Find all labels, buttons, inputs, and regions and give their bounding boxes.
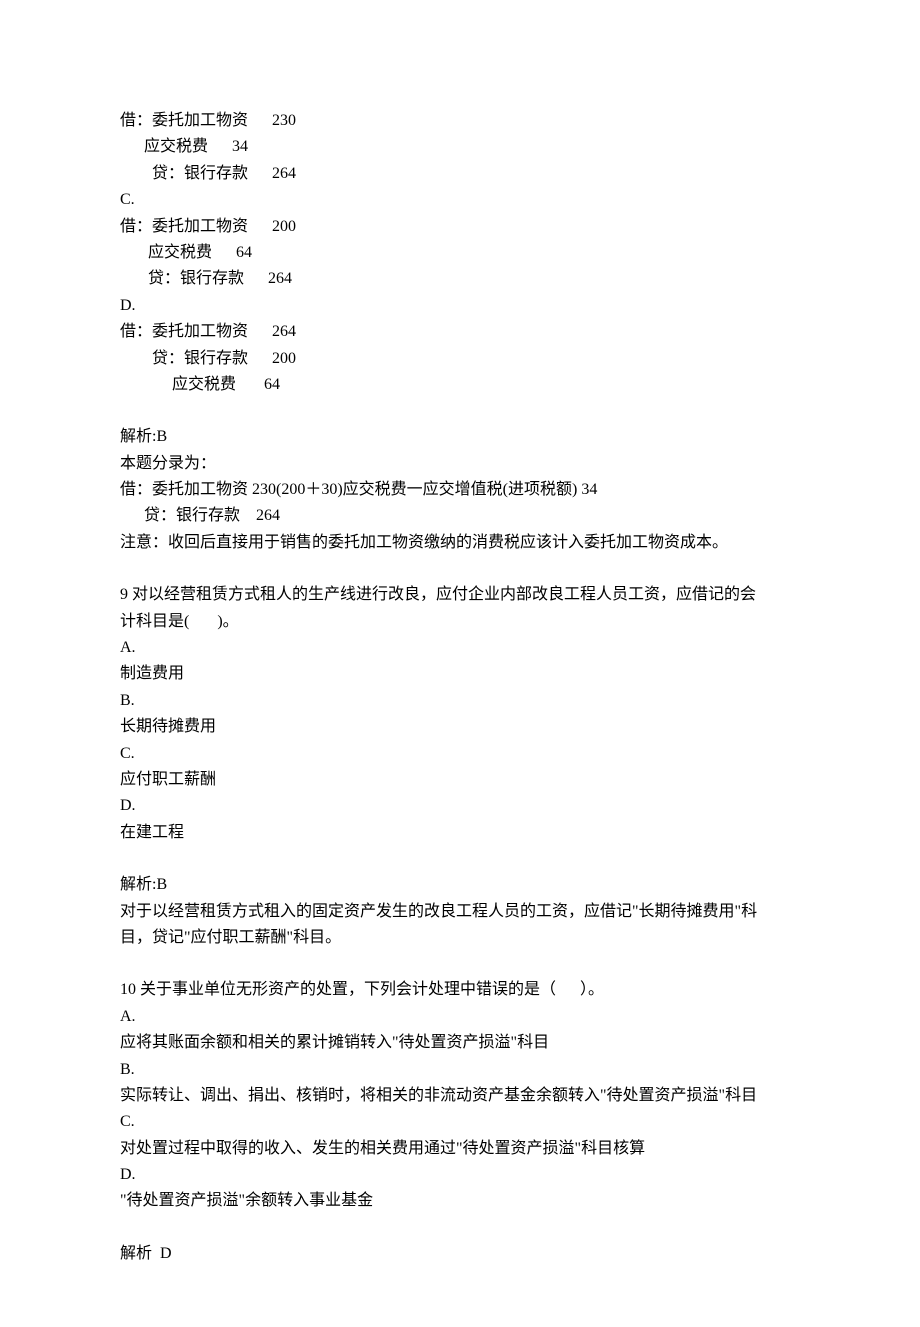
- text-line: 贷：银行存款 264: [120, 161, 810, 187]
- q9-stem: 计科目是( )。: [120, 609, 810, 635]
- text-line: 借：委托加工物资 200: [120, 214, 810, 240]
- spacer: [120, 846, 810, 872]
- spacer: [120, 951, 810, 977]
- text-line: 贷：银行存款 264: [120, 503, 810, 529]
- q9-block: 9 对以经营租赁方式租人的生产线进行改良，应付企业内部改良工程人员工资，应借记的…: [120, 582, 810, 846]
- text-line: 本题分录为：: [120, 451, 810, 477]
- option-c-label: C.: [120, 187, 810, 213]
- option-c-text: 应付职工薪酬: [120, 767, 810, 793]
- option-c-text: 对处置过程中取得的收入、发生的相关费用通过"待处置资产损溢"科目核算: [120, 1136, 810, 1162]
- option-a-label: A.: [120, 635, 810, 661]
- option-d-text: 在建工程: [120, 820, 810, 846]
- option-d-label: D.: [120, 293, 810, 319]
- text-line: 目，贷记"应付职工薪酬"科目。: [120, 925, 810, 951]
- text-line: 应交税费 34: [120, 134, 810, 160]
- analysis-label: 解析 D: [120, 1241, 810, 1267]
- text-line: 借：委托加工物资 230: [120, 108, 810, 134]
- option-b-label: B.: [120, 1057, 810, 1083]
- text-line: 应交税费 64: [120, 372, 810, 398]
- q10-stem: 10 关于事业单位无形资产的处置，下列会计处理中错误的是（ ）。: [120, 977, 810, 1003]
- option-b-label: B.: [120, 688, 810, 714]
- option-a-text: 应将其账面余额和相关的累计摊销转入"待处置资产损溢"科目: [120, 1030, 810, 1056]
- q10-block: 10 关于事业单位无形资产的处置，下列会计处理中错误的是（ ）。 A. 应将其账…: [120, 977, 810, 1215]
- spacer: [120, 398, 810, 424]
- spacer: [120, 1215, 810, 1241]
- analysis-label: 解析:B: [120, 872, 810, 898]
- spacer: [120, 556, 810, 582]
- option-a-text: 制造费用: [120, 661, 810, 687]
- option-d-label: D.: [120, 1162, 810, 1188]
- option-c-label: C.: [120, 741, 810, 767]
- text-line: 贷：银行存款 264: [120, 266, 810, 292]
- option-d-label: D.: [120, 793, 810, 819]
- q9-stem: 9 对以经营租赁方式租人的生产线进行改良，应付企业内部改良工程人员工资，应借记的…: [120, 582, 810, 608]
- text-line: 对于以经营租赁方式租入的固定资产发生的改良工程人员的工资，应借记"长期待摊费用"…: [120, 899, 810, 925]
- option-a-label: A.: [120, 1004, 810, 1030]
- text-line: 应交税费 64: [120, 240, 810, 266]
- text-line: 贷：银行存款 200: [120, 346, 810, 372]
- text-line: 注意：收回后直接用于销售的委托加工物资缴纳的消费税应该计入委托加工物资成本。: [120, 530, 810, 556]
- text-line: 借：委托加工物资 264: [120, 319, 810, 345]
- option-d-text: "待处置资产损溢"余额转入事业基金: [120, 1188, 810, 1214]
- q10-analysis-block: 解析 D: [120, 1241, 810, 1267]
- entry-pre-block: 借：委托加工物资 230 应交税费 34 贷：银行存款 264 C. 借：委托加…: [120, 108, 810, 398]
- analysis8-block: 解析:B 本题分录为： 借：委托加工物资 230(200＋30)应交税费一应交增…: [120, 424, 810, 556]
- option-c-label: C.: [120, 1109, 810, 1135]
- option-b-text: 实际转让、调出、捐出、核销时，将相关的非流动资产基金余额转入"待处置资产损溢"科…: [120, 1083, 810, 1109]
- q9-analysis-block: 解析:B 对于以经营租赁方式租入的固定资产发生的改良工程人员的工资，应借记"长期…: [120, 872, 810, 951]
- text-line: 借：委托加工物资 230(200＋30)应交税费一应交增值税(进项税额) 34: [120, 477, 810, 503]
- option-b-text: 长期待摊费用: [120, 714, 810, 740]
- document-page: 借：委托加工物资 230 应交税费 34 贷：银行存款 264 C. 借：委托加…: [0, 0, 920, 1327]
- analysis-label: 解析:B: [120, 424, 810, 450]
